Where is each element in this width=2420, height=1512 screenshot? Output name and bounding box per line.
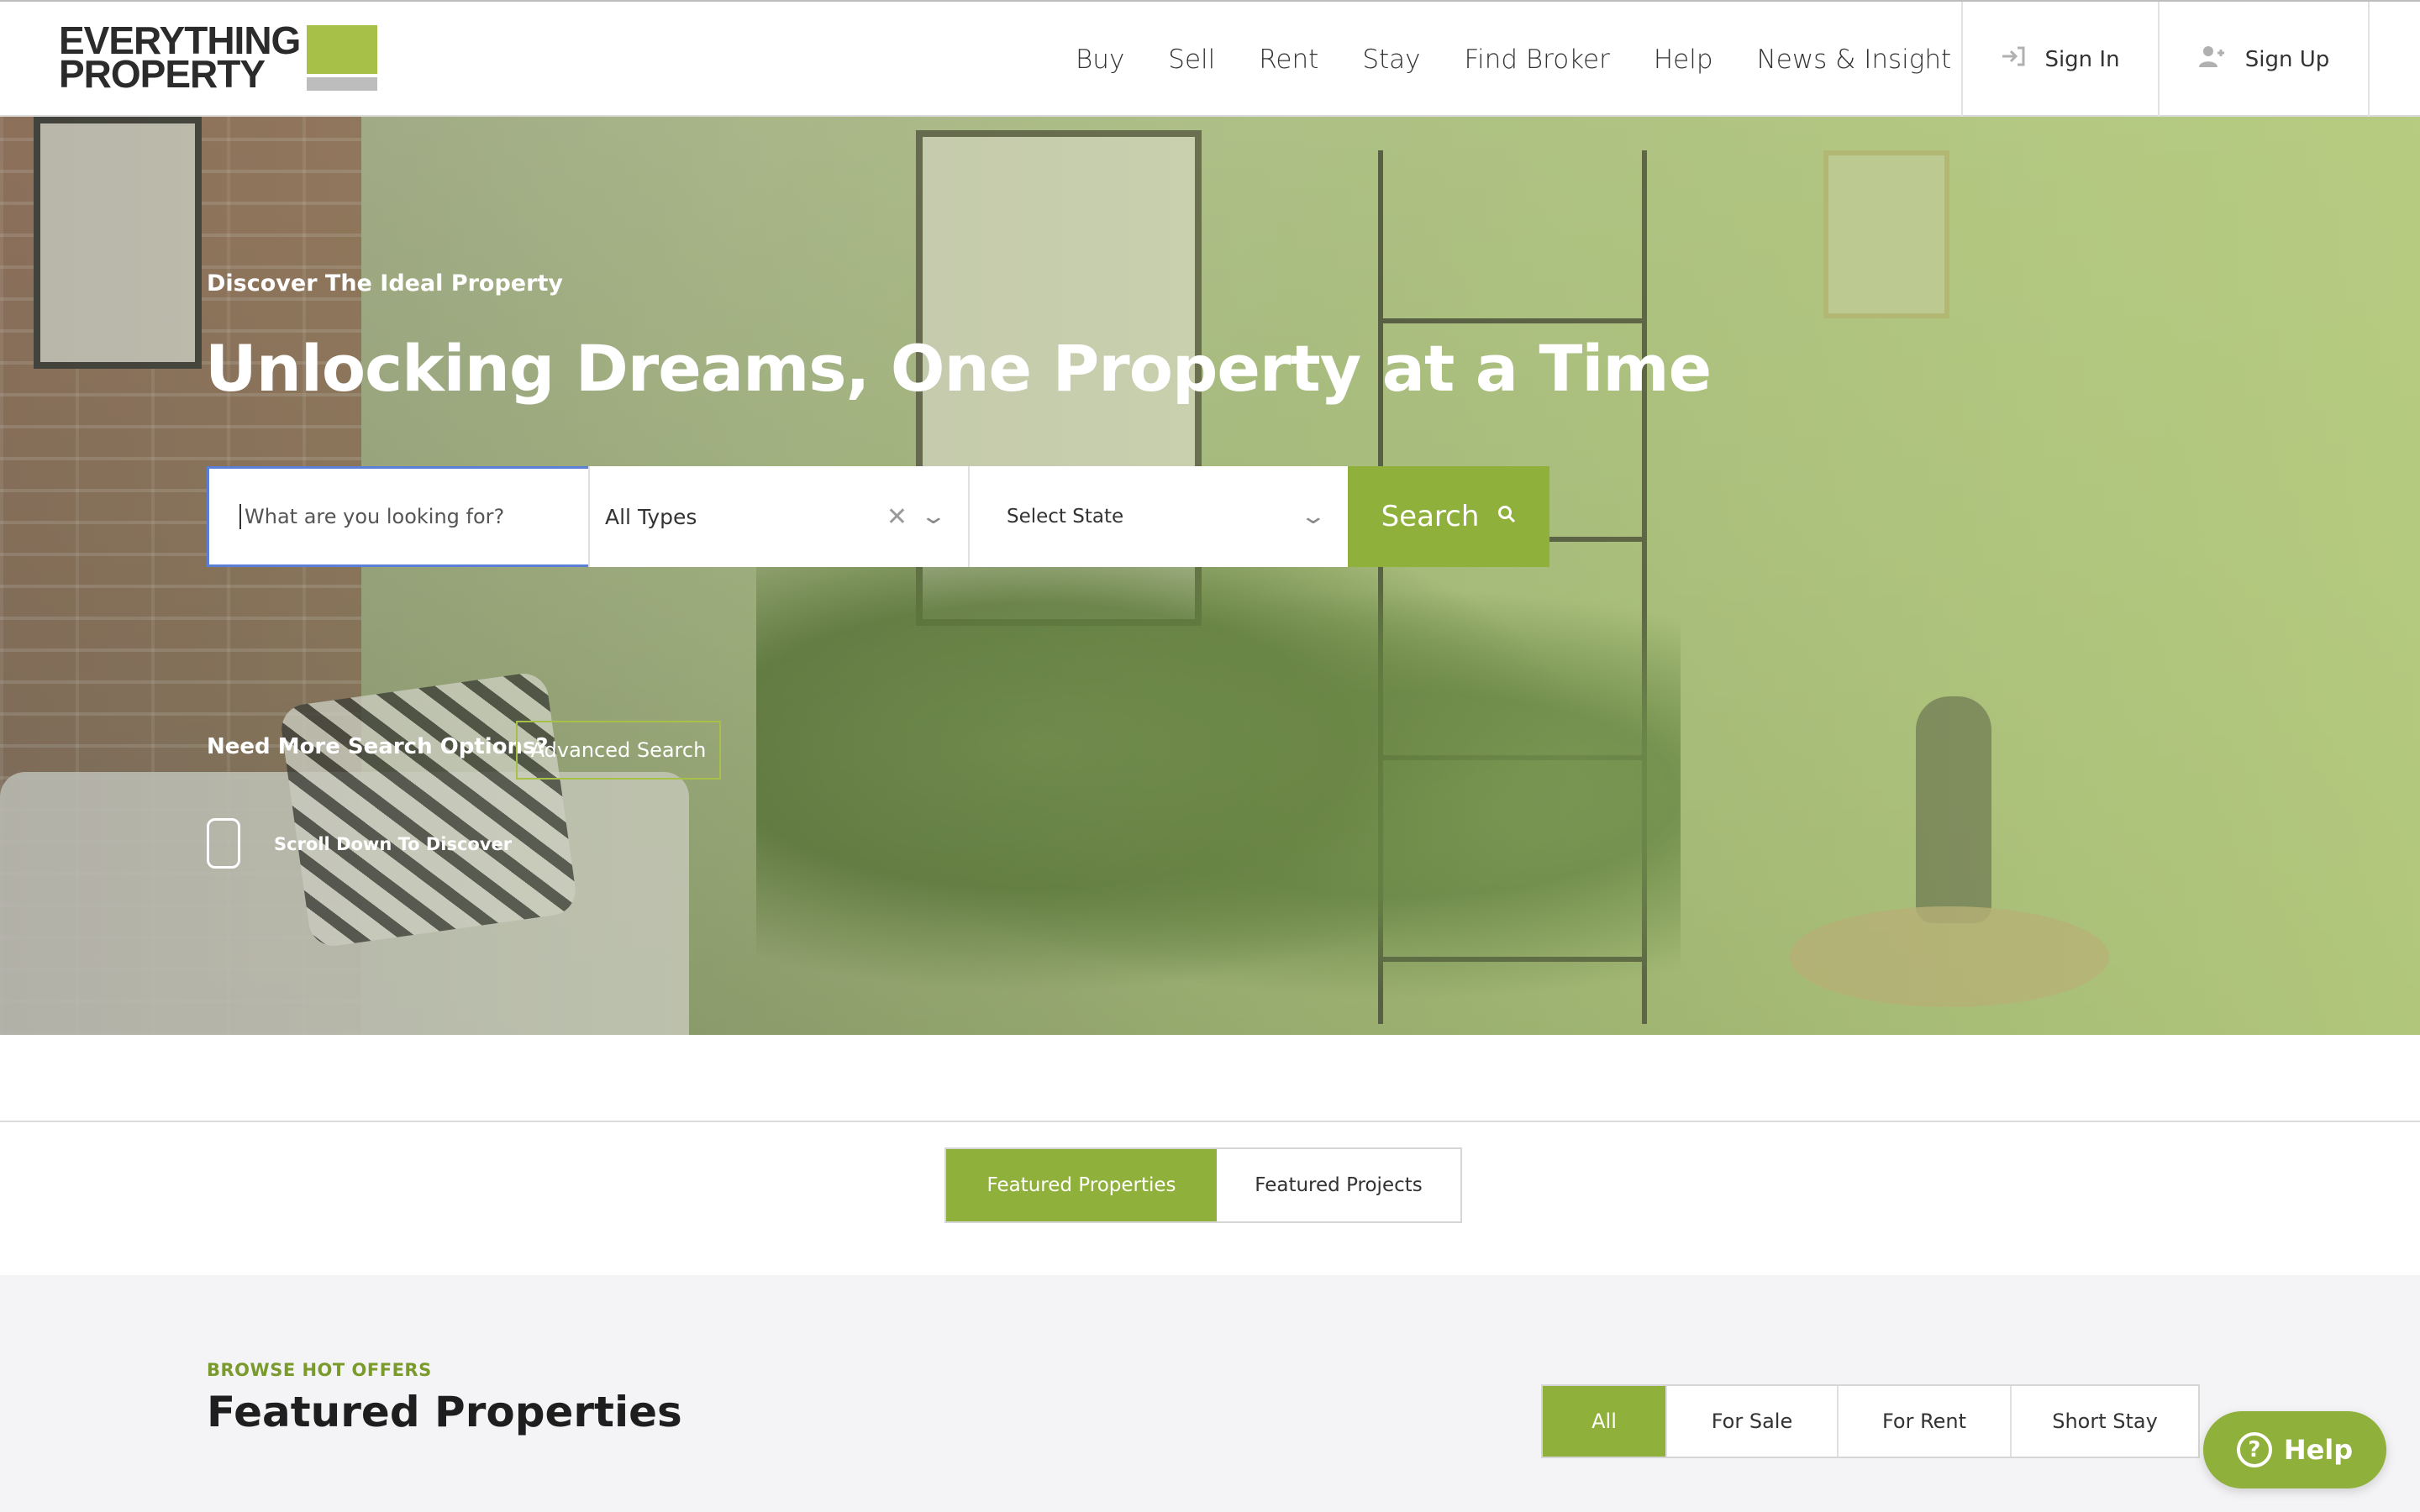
hero-title: Unlocking Dreams, One Property at a Time xyxy=(205,331,1712,406)
nav-buy[interactable]: Buy xyxy=(1076,45,1124,75)
logo-green-block xyxy=(307,25,377,74)
section-eyebrow: BROWSE HOT OFFERS xyxy=(207,1360,432,1380)
sign-in-icon xyxy=(2001,45,2026,73)
hero-section xyxy=(0,117,2420,1035)
filter-for-rent[interactable]: For Rent xyxy=(1837,1386,2010,1457)
nav-help[interactable]: Help xyxy=(1654,45,1713,75)
mouse-scroll-icon[interactable] xyxy=(207,818,240,869)
nav-news-insight[interactable]: News & Insight xyxy=(1757,45,1952,75)
more-search-options-label: Need More Search Options? xyxy=(207,734,549,759)
nav-find-broker[interactable]: Find Broker xyxy=(1465,45,1610,75)
search-placeholder: What are you looking for? xyxy=(245,505,505,528)
logo-grey-bar xyxy=(307,77,377,91)
sign-in-button[interactable]: Sign In xyxy=(1961,2,2158,117)
hero-eyebrow: Discover The Ideal Property xyxy=(207,270,563,297)
nav-stay[interactable]: Stay xyxy=(1362,45,1420,75)
clear-icon[interactable]: ✕ xyxy=(886,502,908,532)
hero-overlay xyxy=(0,117,2420,1035)
sign-up-button[interactable]: Sign Up xyxy=(2158,2,2370,117)
sign-up-label: Sign Up xyxy=(2244,46,2330,72)
section-title: Featured Properties xyxy=(207,1388,682,1436)
advanced-search-button[interactable]: Advanced Search xyxy=(516,721,721,780)
scroll-down-label[interactable]: Scroll Down To Discover xyxy=(274,834,512,854)
filter-all[interactable]: All xyxy=(1543,1386,1665,1457)
search-bar: What are you looking for? All Types ✕ ⌄ … xyxy=(207,466,1551,567)
listing-filter: All For Sale For Rent Short Stay xyxy=(1541,1384,2200,1458)
add-user-icon xyxy=(2198,45,2227,74)
help-widget-button[interactable]: ? Help xyxy=(2203,1411,2386,1488)
logo-text: EVERYTHING PROPERTY xyxy=(59,18,301,96)
property-type-value: All Types xyxy=(605,504,697,529)
state-select[interactable]: Select State ⌄ xyxy=(968,466,1348,567)
tab-featured-properties[interactable]: Featured Properties xyxy=(946,1149,1217,1221)
chevron-down-icon: ⌄ xyxy=(1299,504,1328,529)
nav-rent[interactable]: Rent xyxy=(1259,45,1318,75)
help-label: Help xyxy=(2283,1434,2354,1466)
question-icon: ? xyxy=(2236,1432,2272,1467)
text-caret xyxy=(239,504,241,529)
property-type-select[interactable]: All Types ✕ ⌄ xyxy=(588,466,968,567)
sign-in-label: Sign In xyxy=(2044,46,2120,72)
section-divider xyxy=(0,1035,2420,1122)
state-value: Select State xyxy=(1007,506,1124,528)
search-button-label: Search xyxy=(1381,500,1480,533)
site-header: EVERYTHING PROPERTY Buy Sell Rent Stay F… xyxy=(0,0,2420,117)
main-nav: Buy Sell Rent Stay Find Broker Help News… xyxy=(1076,2,1995,117)
search-icon xyxy=(1497,505,1516,528)
chevron-down-icon: ⌄ xyxy=(919,504,948,529)
site-logo[interactable]: EVERYTHING PROPERTY xyxy=(59,18,378,96)
filter-short-stay[interactable]: Short Stay xyxy=(2010,1386,2198,1457)
featured-tabs: Featured Properties Featured Projects xyxy=(944,1147,1462,1223)
search-input[interactable]: What are you looking for? xyxy=(207,466,588,567)
search-button[interactable]: Search xyxy=(1348,466,1549,567)
nav-sell[interactable]: Sell xyxy=(1168,45,1215,75)
filter-for-sale[interactable]: For Sale xyxy=(1665,1386,1837,1457)
tab-featured-projects[interactable]: Featured Projects xyxy=(1217,1149,1460,1221)
